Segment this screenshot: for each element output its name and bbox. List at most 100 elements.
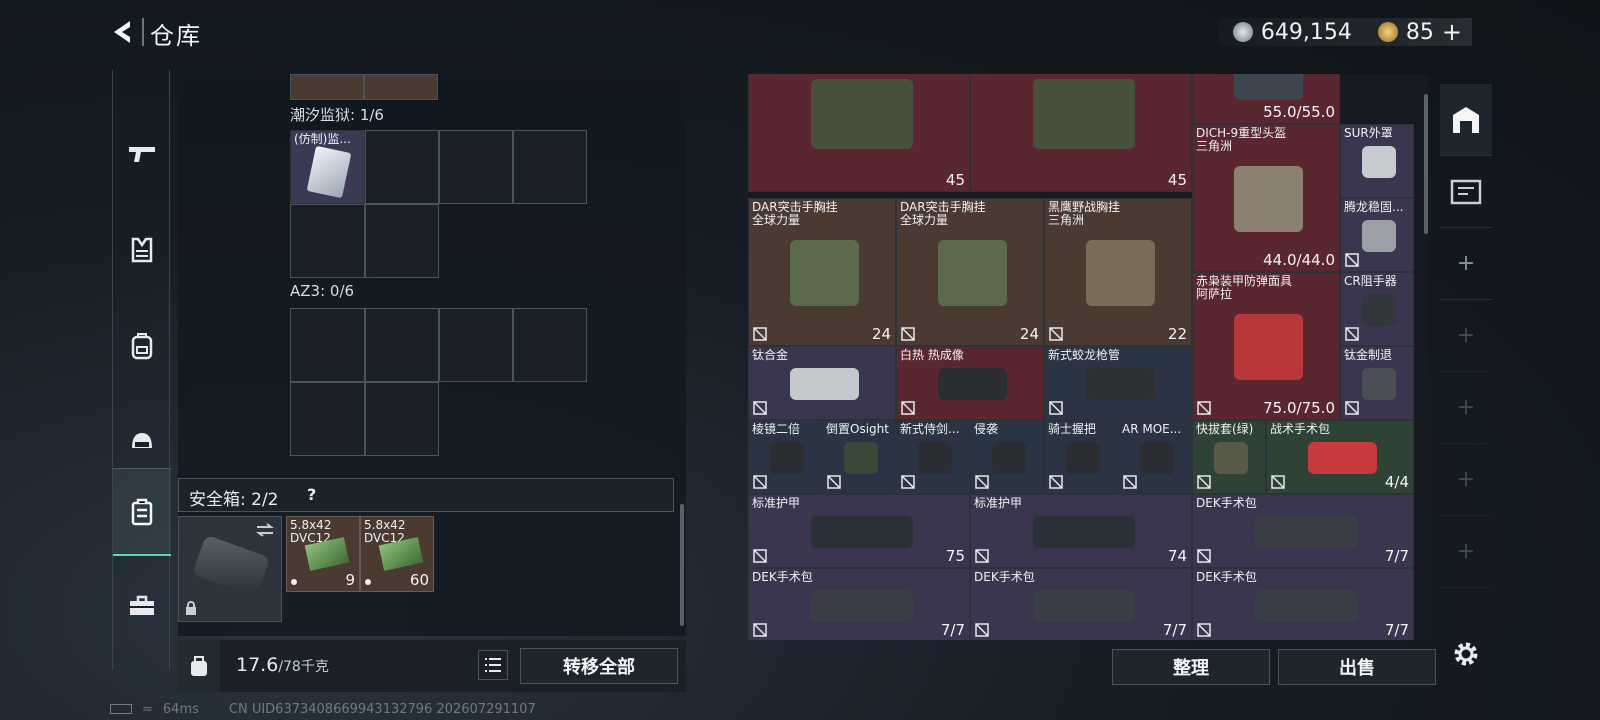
inventory-item[interactable]: 快拔套(绿) bbox=[1192, 420, 1266, 494]
item-image bbox=[790, 367, 859, 401]
settings-button[interactable] bbox=[1448, 636, 1484, 672]
add-storage-button[interactable]: + bbox=[1440, 444, 1492, 516]
list-view-button[interactable] bbox=[478, 650, 508, 680]
inventory-item[interactable]: AR MOE... bbox=[1118, 420, 1192, 494]
storage-tab-secondary[interactable] bbox=[1440, 156, 1492, 228]
item-count: 9 bbox=[345, 571, 355, 589]
weight-bar: 17.6/78千克 转移全部 bbox=[178, 640, 686, 692]
inventory-item[interactable]: 新式侍剑... bbox=[896, 420, 970, 494]
item-image bbox=[917, 441, 952, 475]
inventory-item[interactable]: 战术手术包 4/4 bbox=[1266, 420, 1414, 494]
inventory-item[interactable]: 赤枭装甲防弹面具 阿萨拉 75.0/75.0 bbox=[1192, 272, 1340, 420]
sell-button[interactable]: 出售 bbox=[1278, 649, 1436, 685]
scrollbar[interactable] bbox=[1424, 94, 1428, 234]
inventory-item[interactable]: DAR突击手胸挂 全球力量 24 bbox=[748, 198, 896, 346]
ping-text: 64ms bbox=[162, 701, 199, 717]
grid-cell[interactable] bbox=[513, 308, 587, 382]
inventory-item[interactable]: DAR突击手胸挂 全球力量 24 bbox=[896, 198, 1044, 346]
inventory-item[interactable]: 骑士握把 bbox=[1044, 420, 1118, 494]
item-card[interactable]: 5.8x42 DVC12 9 bbox=[286, 516, 360, 592]
no-insure-icon bbox=[1197, 623, 1211, 637]
add-storage-button[interactable]: + bbox=[1440, 372, 1492, 444]
inventory-item[interactable]: DEK手术包 7/7 bbox=[1192, 568, 1414, 640]
help-icon[interactable]: ? bbox=[307, 485, 316, 504]
item-count: 75 bbox=[945, 547, 965, 565]
item-count: 4/4 bbox=[1384, 473, 1409, 491]
grid-cell[interactable] bbox=[290, 382, 365, 456]
list-icon bbox=[485, 658, 501, 672]
sort-button[interactable]: 整理 bbox=[1112, 649, 1270, 685]
add-storage-button[interactable]: + bbox=[1440, 300, 1492, 372]
inventory-item[interactable]: 55.0/55.0 bbox=[1192, 74, 1340, 124]
no-insure-icon bbox=[1345, 327, 1359, 341]
inventory-item[interactable]: 45 bbox=[748, 74, 970, 192]
no-insure-icon bbox=[1123, 475, 1137, 489]
grid-cell[interactable] bbox=[365, 382, 439, 456]
inventory-item[interactable]: 黑鹰野战胸挂 三角洲 22 bbox=[1044, 198, 1192, 346]
add-currency-button[interactable]: + bbox=[1442, 18, 1462, 46]
plus-icon: + bbox=[1456, 251, 1476, 276]
inventory-item[interactable]: 侵袭 bbox=[970, 420, 1044, 494]
item-card[interactable]: 5.8x42 DVC12 60 bbox=[360, 516, 434, 592]
item-count: 7/7 bbox=[1384, 621, 1409, 639]
no-insure-icon bbox=[827, 475, 841, 489]
grid-cell[interactable] bbox=[365, 130, 439, 204]
item-count: 45 bbox=[945, 171, 965, 189]
inventory-item[interactable]: DICH-9重型头盔 三角洲 44.0/44.0 bbox=[1192, 124, 1340, 272]
grid-cell[interactable] bbox=[439, 308, 513, 382]
inventory-item[interactable]: 腾龙稳固... bbox=[1340, 198, 1414, 272]
item-name: SUR外罩 bbox=[1344, 126, 1393, 140]
grid-cell[interactable] bbox=[290, 204, 365, 278]
sidebar-item-weapons[interactable] bbox=[113, 110, 171, 198]
grid-cell[interactable] bbox=[439, 130, 513, 204]
add-storage-button[interactable]: + bbox=[1440, 516, 1492, 588]
grid-cell[interactable] bbox=[365, 308, 439, 382]
grid-cell[interactable] bbox=[365, 204, 439, 278]
sidebar-item-cases[interactable] bbox=[113, 468, 171, 556]
inventory-item[interactable]: DEK手术包 7/7 bbox=[748, 568, 970, 640]
item-count: 22 bbox=[1167, 325, 1187, 343]
grid-cell[interactable] bbox=[290, 308, 365, 382]
item-name: 骑士握把 bbox=[1048, 422, 1097, 436]
inventory-item[interactable]: DEK手术包 7/7 bbox=[970, 568, 1192, 640]
inventory-item[interactable]: 标准护甲 75 bbox=[748, 494, 970, 568]
item-image bbox=[1234, 314, 1303, 380]
storage-tab-main[interactable] bbox=[1440, 84, 1492, 156]
inventory-item[interactable]: 新式蛟龙枪管 bbox=[1044, 346, 1192, 420]
item-image bbox=[1361, 145, 1396, 179]
grid-cell[interactable] bbox=[290, 74, 364, 100]
item-image bbox=[1086, 240, 1155, 306]
transfer-all-button[interactable]: 转移全部 bbox=[520, 648, 678, 684]
item-count: 24 bbox=[1019, 325, 1039, 343]
no-insure-icon bbox=[1197, 549, 1211, 563]
safebox-label: 安全箱: 2/2 bbox=[189, 490, 279, 510]
grid-cell[interactable] bbox=[364, 74, 438, 100]
inventory-item[interactable]: 钛合金 bbox=[748, 346, 896, 420]
plus-icon: + bbox=[1456, 539, 1476, 564]
no-insure-icon bbox=[1271, 475, 1285, 489]
inventory-item[interactable]: DEK手术包 7/7 bbox=[1192, 494, 1414, 568]
inventory-item[interactable]: 棱镜二倍 bbox=[748, 420, 822, 494]
inventory-item[interactable]: 标准护甲 74 bbox=[970, 494, 1192, 568]
swap-icon[interactable] bbox=[255, 523, 275, 537]
inventory-item[interactable]: 钛金制退 bbox=[1340, 346, 1414, 420]
item-count: 45 bbox=[1167, 171, 1187, 189]
item-image bbox=[843, 441, 878, 475]
sidebar-item-tools[interactable] bbox=[113, 562, 171, 650]
item-card[interactable]: (仿制)监... bbox=[290, 130, 365, 204]
grid-cell[interactable] bbox=[513, 130, 587, 204]
sidebar-item-backpacks[interactable] bbox=[113, 302, 171, 390]
back-arrow-icon[interactable] bbox=[106, 16, 138, 48]
inventory-item[interactable]: 倒置Osight bbox=[822, 420, 896, 494]
inventory-item[interactable]: 白热 热成像 bbox=[896, 346, 1044, 420]
sidebar-item-vests[interactable] bbox=[113, 206, 171, 294]
item-image bbox=[938, 240, 1007, 306]
inventory-item[interactable]: 45 bbox=[970, 74, 1192, 192]
no-insure-icon bbox=[753, 401, 767, 415]
inventory-item[interactable]: CR阻手器 bbox=[1340, 272, 1414, 346]
safebox-item[interactable] bbox=[178, 516, 282, 622]
add-storage-button[interactable]: + bbox=[1440, 228, 1492, 300]
scrollbar[interactable] bbox=[680, 504, 684, 626]
inventory-item[interactable]: SUR外罩 bbox=[1340, 124, 1414, 198]
item-name: 侵袭 bbox=[974, 422, 999, 436]
